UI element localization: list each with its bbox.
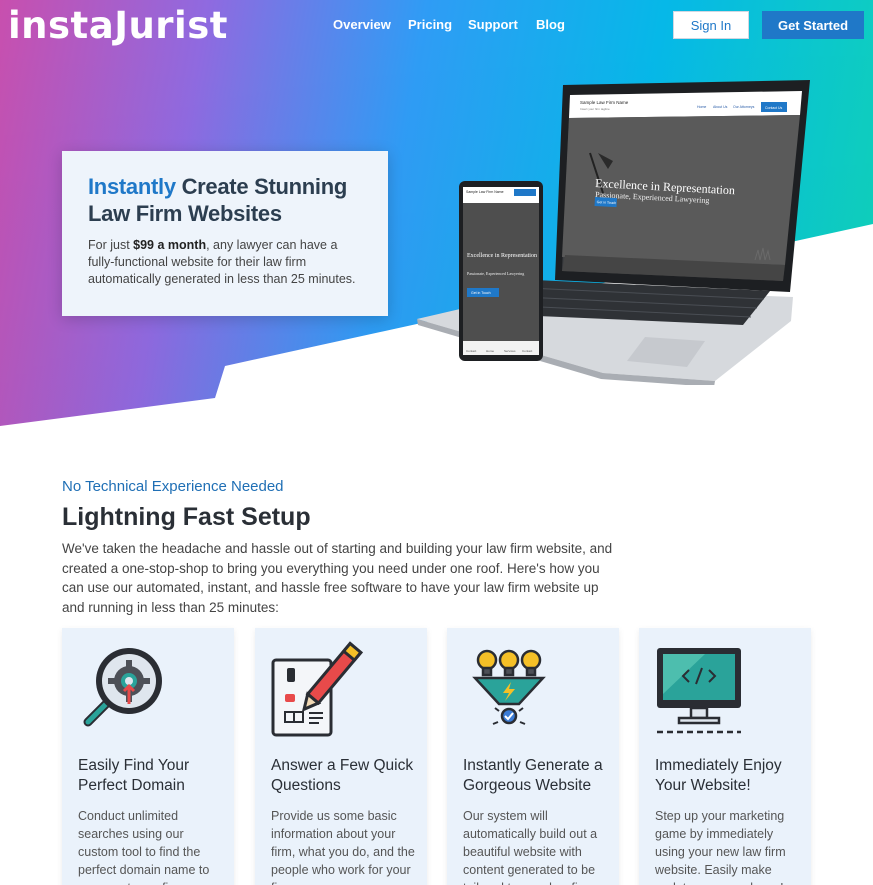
logo[interactable]: instaJurist — [8, 4, 228, 47]
card-text: Step up your marketing game by immediate… — [655, 809, 786, 885]
hero-section: instaJurist Overview Pricing Support Blo… — [0, 0, 873, 440]
phone-site-name: Sample Law Firm Name — [466, 190, 504, 194]
card-title: Immediately Enjoy Your Website! — [655, 757, 782, 794]
phone-tab-3: Services — [504, 349, 516, 353]
website-generator-icon — [472, 649, 546, 725]
section-description: We've taken the headache and hassle out … — [62, 541, 613, 615]
nav-blog[interactable]: Blog — [536, 17, 565, 32]
hero-title: Instantly Create Stunning Law Firm Websi… — [88, 173, 362, 227]
laptop-site-name: Sample Law Firm Name — [580, 100, 629, 105]
section-eyebrow: No Technical Experience Needed — [62, 478, 284, 495]
phone-tab-4: Contact — [522, 349, 533, 353]
laptop-nav-attorneys: Our Attorneys — [733, 105, 755, 109]
card-title: Easily Find Your Perfect Domain — [78, 757, 190, 794]
phone-button: Get in Touch — [471, 291, 491, 295]
hero-card: Instantly Create Stunning Law Firm Websi… — [62, 151, 388, 316]
sign-in-button[interactable]: Sign In — [673, 11, 749, 39]
nav-support[interactable]: Support — [468, 17, 518, 32]
get-started-button[interactable]: Get Started — [762, 11, 864, 39]
laptop-nav-about: About Us — [713, 105, 728, 109]
card-title: Instantly Generate a Gorgeous Website — [463, 757, 603, 794]
domain-search-icon — [83, 648, 162, 727]
hero-price: $99 a month — [133, 238, 207, 252]
phone-heading: Excellence in Representation — [467, 253, 537, 259]
card-text: Conduct unlimited searches using our cus… — [78, 809, 210, 885]
section-title: Lightning Fast Setup — [62, 503, 311, 531]
hero-title-accent: Instantly — [88, 174, 176, 199]
laptop-nav-home: Home — [697, 105, 706, 109]
laptop-cta: Contact Us — [765, 106, 783, 110]
phone-tab-1: Contact — [466, 349, 477, 353]
monitor-icon — [657, 648, 741, 734]
card-text: Provide us some basic information about … — [271, 809, 415, 885]
phone-tab-2: Home — [486, 349, 494, 353]
feature-card-domain: Easily Find Your Perfect Domain Conduct … — [62, 628, 234, 885]
nav-pricing[interactable]: Pricing — [408, 17, 452, 32]
hero-text-prefix: For just — [88, 238, 134, 252]
feature-card-questions: Answer a Few Quick Questions Provide us … — [255, 628, 427, 885]
device-mockup-image: Sample Law Firm Name Insert your firm ta… — [417, 80, 810, 385]
card-title: Answer a Few Quick Questions — [271, 757, 414, 794]
laptop-site-tagline: Insert your firm tagline — [580, 107, 610, 111]
nav-overview[interactable]: Overview — [333, 17, 391, 32]
card-text: Our system will automatically build out … — [463, 809, 598, 885]
hero-description: For just $99 a month, any lawyer can hav… — [88, 237, 362, 288]
questionnaire-icon — [271, 641, 363, 737]
feature-card-enjoy: Immediately Enjoy Your Website! Step up … — [639, 628, 811, 885]
feature-card-generate: Instantly Generate a Gorgeous Website Ou… — [447, 628, 619, 885]
